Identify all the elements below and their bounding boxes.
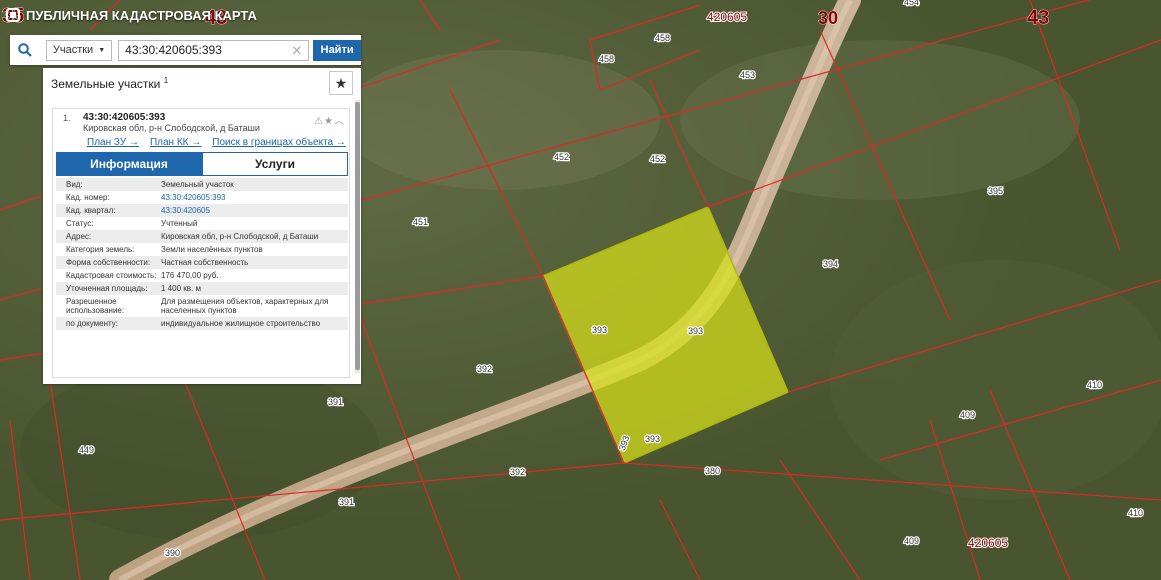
link-plan-zu[interactable]: План ЗУ → — [87, 137, 139, 148]
result-cad-number[interactable]: 43:30:420605:393 — [83, 112, 165, 123]
parcel-label: 410 — [1128, 508, 1143, 518]
info-value[interactable]: 43:30:420605 — [161, 206, 348, 215]
info-key: Форма собственности: — [66, 258, 151, 267]
result-actions: ⚠★︿ — [314, 112, 345, 127]
info-row: Категория земель: Земли населённых пункто… — [56, 243, 348, 256]
info-row: Адрес: Кировская обл, р-н Слободской, д Б… — [56, 230, 348, 243]
find-button[interactable]: Найти — [313, 39, 361, 61]
info-value: Земельный участок — [161, 180, 234, 189]
scrollbar[interactable] — [355, 100, 360, 373]
link-plan-kk[interactable]: План КК → — [150, 137, 201, 148]
quarter-label: 43 — [1027, 7, 1049, 29]
result-tabs: Информация Услуги — [56, 152, 348, 176]
search-bar: Участки ▼ 43:30:420605:393 ✕ Найти — [10, 35, 361, 65]
result-card: 1. 43:30:420605:393 Кировская обл, р-н С… — [52, 108, 350, 378]
search-input[interactable]: 43:30:420605:393 ✕ — [118, 39, 310, 61]
info-table: Вид: Земельный участок Кад. номер: 43:30:42… — [56, 178, 348, 330]
scroll-thumb[interactable] — [355, 102, 360, 370]
link-search-bounds[interactable]: Поиск в границах объекта → — [212, 137, 346, 148]
info-key: по документу: — [66, 319, 118, 328]
info-key: Кад. номер: — [66, 193, 110, 202]
parcel-label: 392 — [510, 467, 525, 477]
parcel-label: 452 — [650, 154, 665, 164]
info-key: Статус: — [66, 219, 94, 228]
result-address: Кировская обл, р-н Слободской, д Баташи — [83, 123, 260, 133]
panel-title: Земельные участки 1 — [51, 76, 168, 91]
parcel-label: 453 — [740, 70, 755, 80]
info-row: по документу: индивидуальное жилищное стр… — [56, 317, 348, 330]
tab-services[interactable]: Услуги — [202, 152, 348, 176]
info-value: Учтенный — [161, 219, 198, 228]
info-value: Земли населённых пунктов — [161, 245, 263, 254]
info-row: Кадастровая стоимость: 176 470,00 руб. — [56, 269, 348, 282]
parcel-label: 390 — [165, 548, 180, 558]
parcel-label: 454 — [904, 0, 919, 7]
selected-parcel-label: 393 — [688, 326, 703, 336]
info-value: Частная собственность — [161, 258, 249, 267]
app-title: ПУБЛИЧНАЯ КАДАСТРОВАЯ КАРТА — [26, 7, 257, 23]
warning-icon[interactable]: ⚠ — [314, 116, 324, 127]
parcel-label: 394 — [823, 259, 838, 269]
panel-count: 1 — [163, 75, 169, 85]
parcel-label: 451 — [413, 217, 428, 227]
info-value: 1 400 кв. м — [161, 284, 201, 293]
panel-header: Земельные участки 1 ★ — [43, 68, 361, 98]
info-row: Форма собственности: Частная собственност… — [56, 256, 348, 269]
quarter-label: 30 — [818, 8, 838, 28]
tab-information[interactable]: Информация — [56, 152, 202, 176]
parcel-label: 458 — [655, 33, 670, 43]
info-key: Вид: — [66, 180, 83, 189]
info-key: Категория земель: — [66, 245, 135, 254]
result-links: План ЗУ → План КК → Поиск в границах объ… — [87, 137, 346, 148]
chevron-down-icon: ▼ — [98, 46, 106, 54]
parcel-label: 452 — [554, 152, 569, 162]
info-value: 176 470,00 руб. — [161, 271, 219, 280]
info-key: Разрешенное использование: — [66, 297, 125, 315]
parcel-label: 391 — [339, 497, 354, 507]
parcel-label: 391 — [328, 397, 343, 407]
parcel-label: 409 — [904, 536, 919, 546]
info-value: индивидуальное жилищное строительство — [161, 319, 321, 328]
info-value[interactable]: 43:30:420605:393 — [161, 193, 348, 202]
panel-title-text: Земельные участки — [51, 76, 161, 91]
results-panel: Земельные участки 1 ★ 1. 43:30:420605:39… — [43, 68, 361, 384]
info-key: Адрес: — [66, 232, 92, 241]
search-icon[interactable] — [10, 35, 40, 65]
parcel-label: 410 — [1087, 380, 1102, 390]
logo-icon — [6, 8, 20, 22]
parcel-label: 395 — [988, 186, 1003, 196]
star-icon: ★ — [334, 74, 348, 91]
selected-parcel-label: 393 — [645, 434, 660, 444]
selected-parcel-label: 393 — [592, 325, 607, 335]
parcel-label: 380 — [705, 466, 720, 476]
favorites-button[interactable]: ★ — [329, 71, 353, 95]
search-query: 43:30:420605:393 — [125, 43, 222, 57]
quarter-number-label: 420605 — [968, 536, 1008, 550]
star-icon[interactable]: ★ — [324, 116, 334, 127]
app-header: ПУБЛИЧНАЯ КАДАСТРОВАЯ КАРТА — [0, 0, 306, 30]
search-type-select[interactable]: Участки ▼ — [45, 39, 113, 61]
info-row: Уточненная площадь: 1 400 кв. м — [56, 282, 348, 295]
search-type-label: Участки — [52, 44, 94, 56]
parcel-label: 458 — [599, 54, 614, 64]
parcel-label: 392 — [477, 364, 492, 374]
info-row: Статус: Учтенный — [56, 217, 348, 230]
info-value: Кировская обл, р-н Слободской, д Баташи — [161, 232, 319, 241]
result-index: 1. — [63, 113, 71, 123]
parcel-label: 409 — [960, 410, 975, 420]
parcel-label: 449 — [79, 445, 94, 455]
info-value: Для размещения объектов, характерных для… — [161, 297, 329, 315]
chevron-up-icon[interactable]: ︿ — [334, 116, 345, 127]
info-key: Кадастровая стоимость: — [66, 271, 157, 280]
info-key: Кад. квартал: — [66, 206, 116, 215]
quarter-number-label: 420605 — [707, 10, 747, 24]
close-icon[interactable]: ✕ — [291, 43, 302, 59]
info-key: Уточненная площадь: — [66, 284, 148, 293]
info-row: Вид: Земельный участок — [56, 178, 348, 191]
info-row: Разрешенное использование: Для размещения… — [56, 295, 348, 317]
info-row: Кад. номер: 43:30:420605:393 — [56, 191, 348, 204]
info-row: Кад. квартал: 43:30:420605 — [56, 204, 348, 217]
